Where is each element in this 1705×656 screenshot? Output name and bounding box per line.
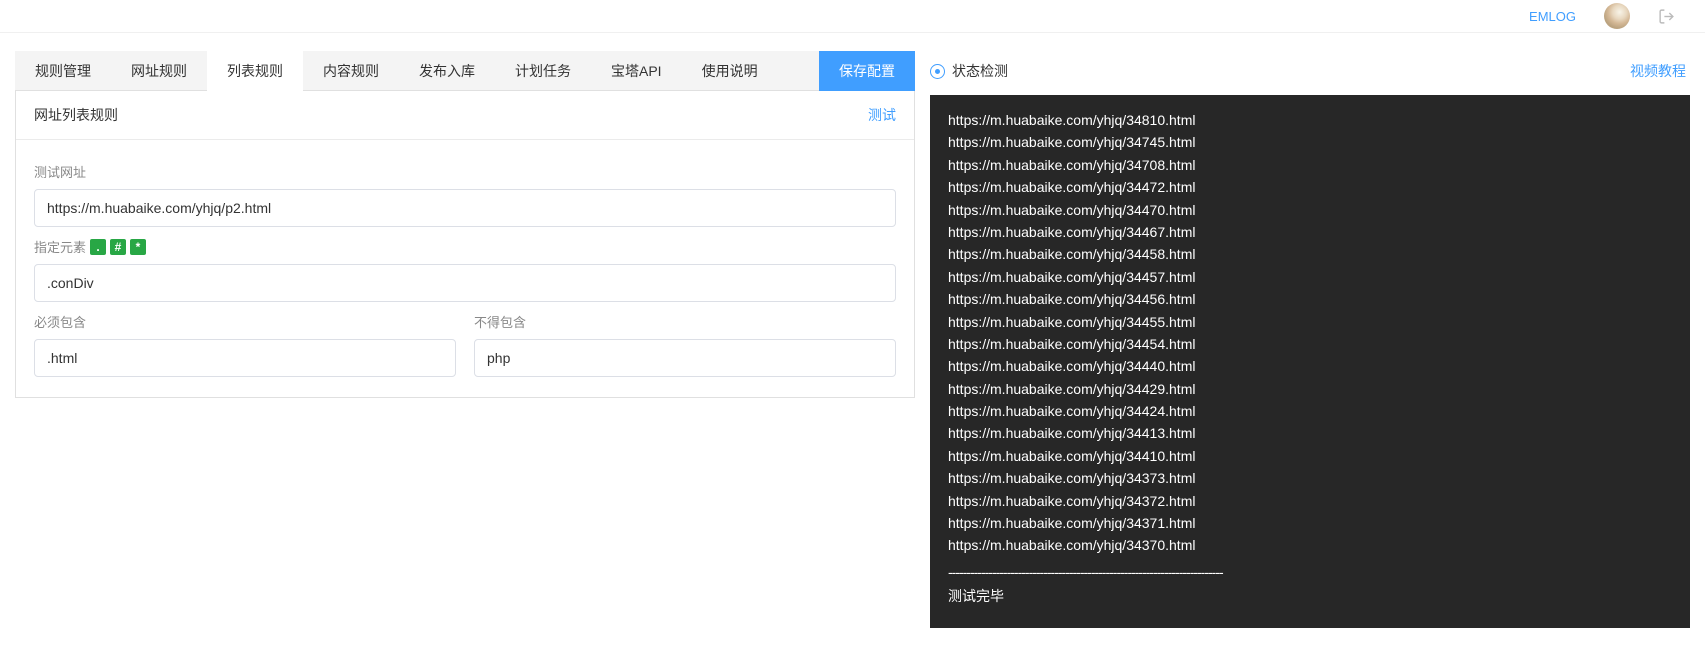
tab-3[interactable]: 内容规则 <box>303 51 399 90</box>
test-url-input[interactable] <box>34 189 896 227</box>
must-include-input[interactable] <box>34 339 456 377</box>
console-line: https://m.huabaike.com/yhjq/34458.html <box>948 243 1672 265</box>
must-exclude-input[interactable] <box>474 339 896 377</box>
card-body: 测试网址 指定元素 . # * 必须包含 不得包含 <box>16 140 914 397</box>
console-line: https://m.huabaike.com/yhjq/34370.html <box>948 534 1672 556</box>
brand-link[interactable]: EMLOG <box>1529 9 1576 24</box>
console-line: https://m.huabaike.com/yhjq/34440.html <box>948 355 1672 377</box>
console-line: https://m.huabaike.com/yhjq/34708.html <box>948 154 1672 176</box>
console-line: https://m.huabaike.com/yhjq/34457.html <box>948 266 1672 288</box>
status-label-text: 状态检测 <box>952 61 1008 81</box>
tab-4[interactable]: 发布入库 <box>399 51 495 90</box>
card-title: 网址列表规则 <box>34 105 118 125</box>
card-header: 网址列表规则 测试 <box>16 91 914 140</box>
console-line: https://m.huabaike.com/yhjq/34424.html <box>948 400 1672 422</box>
console-line: https://m.huabaike.com/yhjq/34456.html <box>948 288 1672 310</box>
element-label-row: 指定元素 . # * <box>34 237 896 256</box>
console-line: https://m.huabaike.com/yhjq/34470.html <box>948 199 1672 221</box>
console-line: https://m.huabaike.com/yhjq/34455.html <box>948 311 1672 333</box>
topbar: EMLOG <box>0 0 1705 33</box>
chip-any-icon[interactable]: * <box>130 239 146 255</box>
status-header: 状态检测 视频教程 <box>930 51 1690 91</box>
console-line: https://m.huabaike.com/yhjq/34810.html <box>948 109 1672 131</box>
console-separator: ----------------------------------------… <box>948 561 1672 583</box>
video-tutorial-link[interactable]: 视频教程 <box>1630 61 1686 81</box>
console-line: https://m.huabaike.com/yhjq/34371.html <box>948 512 1672 534</box>
console: https://m.huabaike.com/yhjq/34810.htmlht… <box>930 95 1690 628</box>
test-url-label: 测试网址 <box>34 162 896 181</box>
console-done: 测试完毕 <box>948 585 1672 607</box>
tab-7[interactable]: 使用说明 <box>682 51 778 90</box>
chip-id-icon[interactable]: # <box>110 239 126 255</box>
console-line: https://m.huabaike.com/yhjq/34372.html <box>948 490 1672 512</box>
chip-class-icon[interactable]: . <box>90 239 106 255</box>
tab-0[interactable]: 规则管理 <box>15 51 111 90</box>
logout-icon[interactable] <box>1658 8 1675 25</box>
main-wrap: 规则管理网址规则列表规则内容规则发布入库计划任务宝塔API使用说明 保存配置 网… <box>0 33 1705 628</box>
tab-6[interactable]: 宝塔API <box>591 51 682 90</box>
target-icon <box>930 64 945 79</box>
tab-2[interactable]: 列表规则 <box>207 51 303 91</box>
rule-card: 网址列表规则 测试 测试网址 指定元素 . # * 必须包含 <box>15 91 915 398</box>
save-button[interactable]: 保存配置 <box>819 51 915 91</box>
console-line: https://m.huabaike.com/yhjq/34410.html <box>948 445 1672 467</box>
must-include-label: 必须包含 <box>34 312 456 331</box>
right-column: 状态检测 视频教程 https://m.huabaike.com/yhjq/34… <box>930 51 1690 628</box>
console-line: https://m.huabaike.com/yhjq/34454.html <box>948 333 1672 355</box>
left-column: 规则管理网址规则列表规则内容规则发布入库计划任务宝塔API使用说明 保存配置 网… <box>15 51 915 398</box>
tab-5[interactable]: 计划任务 <box>495 51 591 90</box>
element-label: 指定元素 <box>34 237 86 256</box>
must-exclude-label: 不得包含 <box>474 312 896 331</box>
status-label: 状态检测 <box>930 61 1008 81</box>
console-line: https://m.huabaike.com/yhjq/34373.html <box>948 467 1672 489</box>
tabs-row: 规则管理网址规则列表规则内容规则发布入库计划任务宝塔API使用说明 保存配置 <box>15 51 915 91</box>
console-line: https://m.huabaike.com/yhjq/34472.html <box>948 176 1672 198</box>
console-line: https://m.huabaike.com/yhjq/34745.html <box>948 131 1672 153</box>
tab-1[interactable]: 网址规则 <box>111 51 207 90</box>
console-line: https://m.huabaike.com/yhjq/34467.html <box>948 221 1672 243</box>
avatar[interactable] <box>1604 3 1630 29</box>
console-line: https://m.huabaike.com/yhjq/34429.html <box>948 378 1672 400</box>
console-line: https://m.huabaike.com/yhjq/34413.html <box>948 422 1672 444</box>
element-input[interactable] <box>34 264 896 302</box>
test-link[interactable]: 测试 <box>868 105 896 125</box>
tabs: 规则管理网址规则列表规则内容规则发布入库计划任务宝塔API使用说明 <box>15 51 819 91</box>
